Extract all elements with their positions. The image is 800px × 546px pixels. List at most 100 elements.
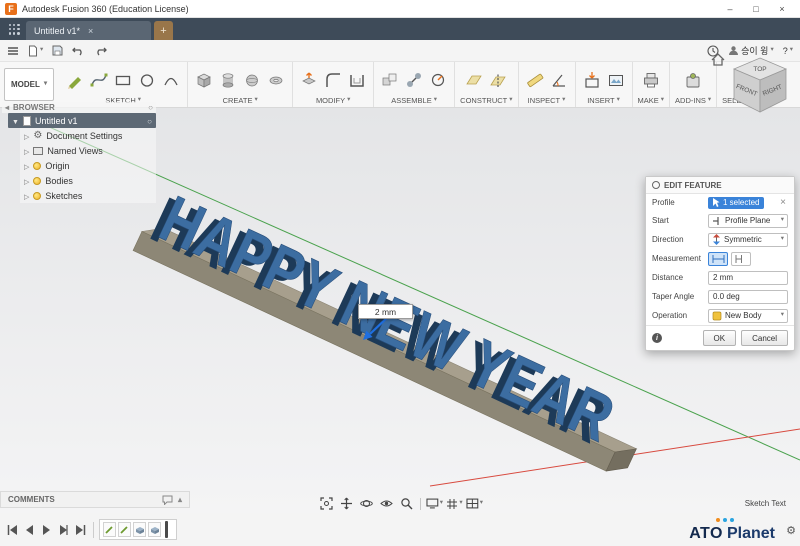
- timeline-sketch-item[interactable]: [103, 522, 116, 537]
- info-icon[interactable]: i: [652, 333, 662, 343]
- collapse-icon[interactable]: [178, 495, 182, 504]
- press-pull-button[interactable]: [298, 68, 320, 92]
- collapsed-triangle-icon[interactable]: [24, 191, 29, 201]
- toolbar-group-label[interactable]: INSPECT: [524, 95, 570, 105]
- document-tab[interactable]: Untitled v1*: [26, 21, 151, 40]
- create-box-button[interactable]: [193, 68, 215, 92]
- operation-dropdown[interactable]: New Body: [708, 308, 788, 323]
- measurement-half-length-button[interactable]: [731, 251, 751, 266]
- workspace-selector[interactable]: MODEL: [4, 68, 55, 101]
- viewports-button[interactable]: [466, 496, 483, 511]
- save-button[interactable]: [52, 45, 63, 56]
- collapsed-triangle-icon[interactable]: [24, 176, 29, 186]
- fillet-button[interactable]: [322, 68, 344, 92]
- toolbar-group-label[interactable]: INSERT: [581, 95, 627, 105]
- circle-sketch-button[interactable]: [136, 68, 158, 92]
- toolbar-group-label[interactable]: ASSEMBLE: [379, 95, 449, 105]
- collapsed-triangle-icon[interactable]: [24, 146, 29, 156]
- orbit-button[interactable]: [358, 496, 375, 511]
- grid-layout-button[interactable]: [446, 496, 463, 511]
- spline-button[interactable]: [88, 68, 110, 92]
- browser-item-bodies[interactable]: Bodies: [20, 173, 156, 188]
- browser-item-origin[interactable]: Origin: [20, 158, 156, 173]
- home-icon[interactable]: [711, 53, 725, 66]
- browser-item-named-views[interactable]: Named Views: [20, 143, 156, 158]
- zoom-button[interactable]: [398, 496, 415, 511]
- display-settings-button[interactable]: [426, 496, 443, 511]
- undo-button[interactable]: [72, 45, 85, 56]
- create-sketch-button[interactable]: [64, 68, 86, 92]
- shell-button[interactable]: [346, 68, 368, 92]
- new-tab-button[interactable]: [154, 21, 173, 40]
- timeline-step-forward-button[interactable]: [56, 522, 71, 537]
- pan-button[interactable]: [338, 496, 355, 511]
- distance-input[interactable]: 2 mm: [708, 270, 788, 285]
- toolbar-group-label[interactable]: CONSTRUCT: [460, 95, 512, 105]
- fit-view-button[interactable]: [318, 496, 335, 511]
- toolbar-group-label[interactable]: ADD-INS: [675, 95, 711, 105]
- 3d-print-button[interactable]: [640, 68, 662, 92]
- angle-button[interactable]: [548, 68, 570, 92]
- dialog-header[interactable]: EDIT FEATURE: [646, 177, 794, 194]
- maximize-button[interactable]: [743, 0, 769, 17]
- taper-angle-input[interactable]: 0.0 deg: [708, 289, 788, 304]
- comments-panel[interactable]: COMMENTS: [0, 491, 190, 508]
- new-component-button[interactable]: [379, 68, 401, 92]
- browser-item-sketches[interactable]: Sketches: [20, 188, 156, 203]
- create-cylinder-button[interactable]: [217, 68, 239, 92]
- timeline-step-back-button[interactable]: [22, 522, 37, 537]
- toolbar-group-label[interactable]: MODIFY: [298, 95, 368, 105]
- browser-options-icon[interactable]: [148, 103, 153, 112]
- offset-plane-button[interactable]: [463, 68, 485, 92]
- motion-link-button[interactable]: [427, 68, 449, 92]
- joint-button[interactable]: [403, 68, 425, 92]
- tab-close-icon[interactable]: [88, 26, 93, 36]
- timeline-extrude-item[interactable]: [133, 522, 146, 537]
- create-torus-button[interactable]: [265, 68, 287, 92]
- model-3d-text[interactable]: HAPPY NEW YEAR HAPPY NEW YEAR: [132, 175, 657, 478]
- timeline-skip-end-button[interactable]: [73, 522, 88, 537]
- toolbar-group-label[interactable]: CREATE: [193, 95, 287, 105]
- view-cube[interactable]: TOP FRONT RIGHT: [708, 48, 796, 128]
- start-dropdown[interactable]: Profile Plane: [708, 213, 788, 228]
- distance-value-box[interactable]: 2 mm: [358, 304, 413, 319]
- arc-sketch-button[interactable]: [160, 68, 182, 92]
- collapse-browser-icon[interactable]: [5, 103, 9, 112]
- cancel-button[interactable]: Cancel: [741, 330, 788, 346]
- browser-root-item[interactable]: Untitled v1: [8, 113, 156, 128]
- timeline-extrude-item[interactable]: [148, 522, 161, 537]
- timeline-track[interactable]: [99, 519, 177, 540]
- direction-dropdown[interactable]: Symmetric: [708, 232, 788, 247]
- browser-item-document-settings[interactable]: Document Settings: [20, 128, 156, 143]
- timeline-position-marker[interactable]: [165, 521, 168, 538]
- measure-button[interactable]: [524, 68, 546, 92]
- file-button[interactable]: [28, 45, 43, 57]
- collapsed-triangle-icon[interactable]: [24, 161, 29, 171]
- look-at-button[interactable]: [378, 496, 395, 511]
- clear-selection-button[interactable]: [778, 197, 788, 208]
- browser-header[interactable]: BROWSER: [2, 102, 156, 113]
- profile-selection-badge[interactable]: 1 selected: [708, 196, 765, 209]
- visibility-bulb-icon[interactable]: [33, 191, 42, 200]
- viewcube-top-label[interactable]: TOP: [753, 66, 766, 73]
- insert-mesh-button[interactable]: [581, 68, 603, 92]
- file-menu-button[interactable]: [7, 46, 19, 56]
- visibility-bulb-icon[interactable]: [33, 176, 42, 185]
- visibility-ring-icon[interactable]: [147, 116, 152, 126]
- ok-button[interactable]: OK: [702, 330, 737, 346]
- decal-button[interactable]: [605, 68, 627, 92]
- cube-faces[interactable]: TOP FRONT RIGHT: [732, 57, 788, 113]
- timeline-skip-start-button[interactable]: [5, 522, 20, 537]
- create-sphere-button[interactable]: [241, 68, 263, 92]
- expanded-triangle-icon[interactable]: [12, 116, 19, 126]
- collapsed-triangle-icon[interactable]: [24, 131, 29, 141]
- minimize-button[interactable]: [717, 0, 743, 17]
- redo-button[interactable]: [94, 45, 108, 56]
- rectangle-sketch-button[interactable]: [112, 68, 134, 92]
- timeline-sketch-item[interactable]: [118, 522, 131, 537]
- settings-gear-icon[interactable]: [786, 521, 796, 539]
- visibility-bulb-icon[interactable]: [33, 161, 42, 170]
- scripts-addins-button[interactable]: [682, 68, 704, 92]
- axis-button[interactable]: [487, 68, 509, 92]
- timeline-play-button[interactable]: [39, 522, 54, 537]
